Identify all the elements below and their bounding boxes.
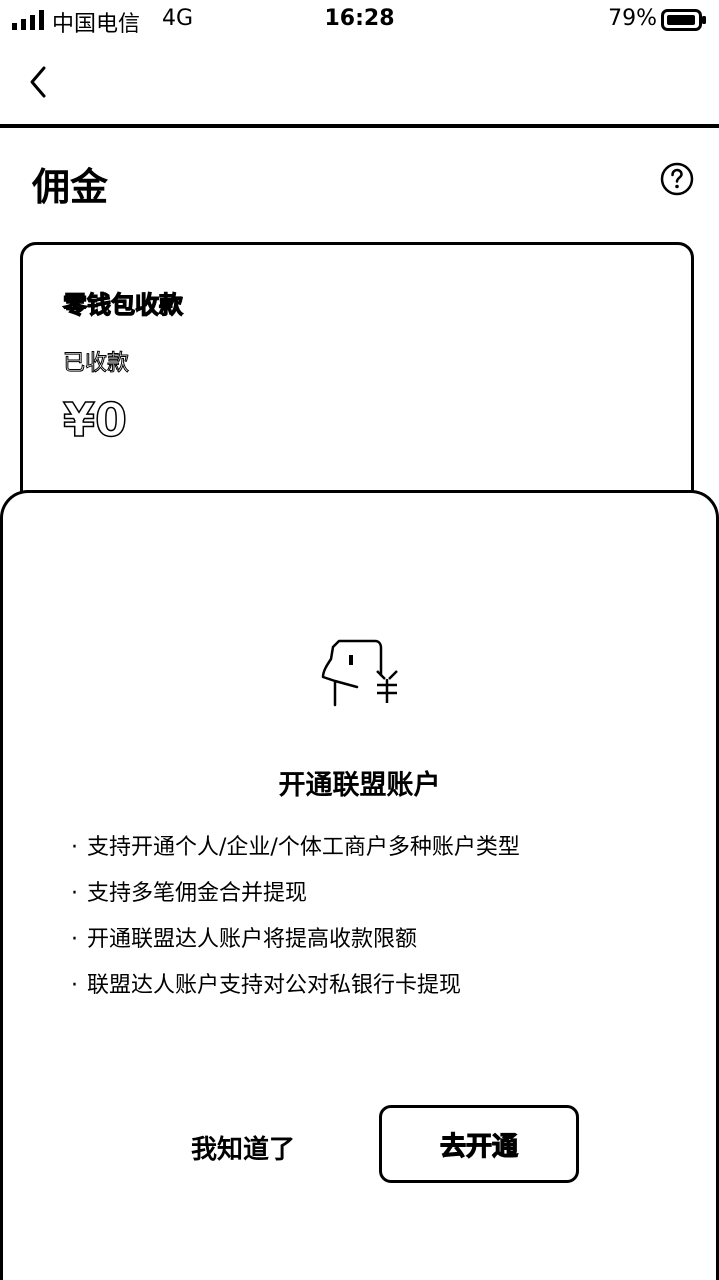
feature-list: · 支持开通个人/企业/个体工商户多种账户类型 · 支持多笔佣金合并提现 · 开通联盟… — [71, 825, 520, 1009]
card-subtitle: 已收款 — [62, 351, 130, 377]
feature-item: · 支持多笔佣金合并提现 — [71, 881, 308, 906]
dismiss-button[interactable]: 我知道了 — [173, 1121, 313, 1173]
question-circle-icon[interactable] — [660, 162, 694, 196]
card-amount: ¥0 — [62, 392, 128, 448]
face-yuan-icon — [321, 639, 398, 707]
card-title: 零钱包收款 — [62, 290, 183, 319]
page-title: 佣金 — [32, 165, 109, 209]
page: 中国电信 4G 16:28 79% 佣金 零钱包收款 已收款 ¥0 开通联盟账户… — [0, 0, 719, 1280]
nav-bar — [0, 40, 719, 128]
sheet-title: 开通联盟账户 — [278, 770, 441, 801]
battery-icon — [661, 9, 706, 31]
open-account-sheet: 开通联盟账户 · 支持开通个人/企业/个体工商户多种账户类型 · 支持多笔佣金合并提… — [0, 490, 719, 1280]
feature-item: · 联盟达人账户支持对公对私银行卡提现 — [71, 973, 462, 998]
status-bar: 中国电信 4G 16:28 79% — [0, 0, 719, 40]
chevron-left-icon[interactable] — [24, 62, 54, 102]
feature-item: · 开通联盟达人账户将提高收款限额 — [71, 927, 418, 952]
feature-item: · 支持开通个人/企业/个体工商户多种账户类型 — [71, 835, 520, 860]
battery-percent: 79% — [608, 6, 657, 31]
open-account-button[interactable]: 去开通 — [379, 1105, 579, 1183]
